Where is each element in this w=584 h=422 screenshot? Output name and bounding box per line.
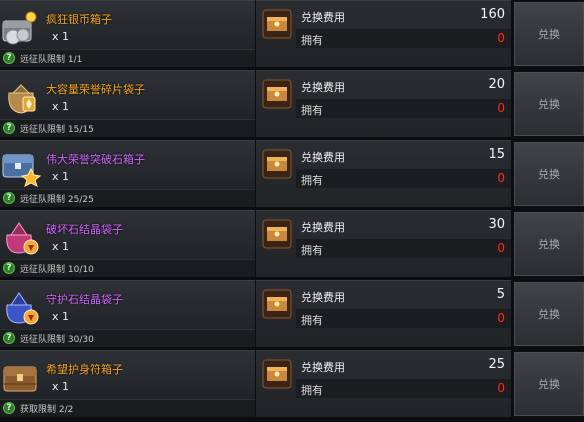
limit-bar: ? 获取限制 2/2 <box>0 399 255 417</box>
item-quantity: x 1 <box>52 170 70 183</box>
item-name: 守护石结晶袋子 <box>46 293 123 306</box>
owned-label: 拥有 <box>301 314 323 327</box>
currency-box-icon <box>262 9 292 39</box>
currency-box-icon <box>262 219 292 249</box>
limit-bar: ? 远征队限制 15/15 <box>0 119 255 137</box>
owned-value: 0 <box>497 241 505 255</box>
hope-amulet-chest-icon[interactable] <box>1 357 41 397</box>
exchange-button[interactable]: 兑换 <box>514 282 584 346</box>
owned-value: 0 <box>497 381 505 395</box>
item-name: 伟大荣誉突破石箱子 <box>46 153 145 166</box>
destruction-crystal-bag-icon[interactable] <box>1 217 41 257</box>
owned-value: 0 <box>497 101 505 115</box>
owned-bar: 拥有 0 <box>296 29 511 48</box>
owned-bar: 拥有 0 <box>296 99 511 118</box>
item-panel: 疯狂银币箱子 x 1 ? 远征队限制 1/1 <box>0 0 255 67</box>
help-icon[interactable]: ? <box>3 192 15 204</box>
cost-value: 5 <box>496 287 505 302</box>
exchange-button[interactable]: 兑换 <box>514 142 584 206</box>
cost-value: 15 <box>488 147 505 162</box>
limit-text: 远征队限制 15/15 <box>20 125 94 135</box>
cost-label: 兑换费用 <box>301 81 345 94</box>
exchange-row: 守护石结晶袋子 x 1 ? 远征队限制 30/30 兑换费用 5 拥有 0 兑换 <box>0 280 584 348</box>
honor-shard-bag-icon[interactable] <box>1 77 41 117</box>
exchange-row: 疯狂银币箱子 x 1 ? 远征队限制 1/1 兑换费用 160 拥有 0 兑换 <box>0 0 584 68</box>
currency-box-icon <box>262 359 292 389</box>
cost-value: 160 <box>480 7 505 22</box>
owned-value: 0 <box>497 31 505 45</box>
cost-label: 兑换费用 <box>301 291 345 304</box>
cost-label: 兑换费用 <box>301 11 345 24</box>
item-name: 疯狂银币箱子 <box>46 13 112 26</box>
owned-bar: 拥有 0 <box>296 309 511 328</box>
item-name: 破坏石结晶袋子 <box>46 223 123 236</box>
owned-label: 拥有 <box>301 244 323 257</box>
owned-bar: 拥有 0 <box>296 239 511 258</box>
item-quantity: x 1 <box>52 310 70 323</box>
limit-text: 远征队限制 1/1 <box>20 55 83 65</box>
item-panel: 希望护身符箱子 x 1 ? 获取限制 2/2 <box>0 350 255 417</box>
owned-label: 拥有 <box>301 174 323 187</box>
exchange-row: 大容量荣誉碎片袋子 x 1 ? 远征队限制 15/15 兑换费用 20 拥有 0… <box>0 70 584 138</box>
help-icon[interactable]: ? <box>3 402 15 414</box>
currency-box-icon <box>262 289 292 319</box>
owned-bar: 拥有 0 <box>296 379 511 398</box>
item-quantity: x 1 <box>52 380 70 393</box>
exchange-button[interactable]: 兑换 <box>514 2 584 66</box>
limit-bar: ? 远征队限制 10/10 <box>0 259 255 277</box>
owned-value: 0 <box>497 311 505 325</box>
cost-panel: 兑换费用 5 拥有 0 <box>256 280 511 347</box>
limit-text: 远征队限制 10/10 <box>20 265 94 275</box>
limit-text: 远征队限制 25/25 <box>20 195 94 205</box>
guardian-crystal-bag-icon[interactable] <box>1 287 41 327</box>
exchange-row: 伟大荣誉突破石箱子 x 1 ? 远征队限制 25/25 兑换费用 15 拥有 0… <box>0 140 584 208</box>
item-quantity: x 1 <box>52 100 70 113</box>
cost-label: 兑换费用 <box>301 361 345 374</box>
item-quantity: x 1 <box>52 240 70 253</box>
owned-label: 拥有 <box>301 384 323 397</box>
owned-bar: 拥有 0 <box>296 169 511 188</box>
cost-panel: 兑换费用 25 拥有 0 <box>256 350 511 417</box>
limit-text: 远征队限制 30/30 <box>20 335 94 345</box>
owned-value: 0 <box>497 171 505 185</box>
item-panel: 大容量荣誉碎片袋子 x 1 ? 远征队限制 15/15 <box>0 70 255 137</box>
exchange-button[interactable]: 兑换 <box>514 212 584 276</box>
limit-text: 获取限制 2/2 <box>20 405 74 415</box>
cost-label: 兑换费用 <box>301 151 345 164</box>
exchange-button[interactable]: 兑换 <box>514 352 584 416</box>
limit-bar: ? 远征队限制 25/25 <box>0 189 255 207</box>
help-icon[interactable]: ? <box>3 332 15 344</box>
item-name: 希望护身符箱子 <box>46 363 123 376</box>
silver-coin-chest-icon[interactable] <box>1 7 41 47</box>
cost-panel: 兑换费用 160 拥有 0 <box>256 0 511 67</box>
breakthrough-stone-chest-icon[interactable] <box>1 147 41 187</box>
item-panel: 伟大荣誉突破石箱子 x 1 ? 远征队限制 25/25 <box>0 140 255 207</box>
help-icon[interactable]: ? <box>3 52 15 64</box>
help-icon[interactable]: ? <box>3 122 15 134</box>
exchange-button[interactable]: 兑换 <box>514 72 584 136</box>
help-icon[interactable]: ? <box>3 262 15 274</box>
currency-box-icon <box>262 79 292 109</box>
cost-value: 30 <box>488 217 505 232</box>
cost-value: 25 <box>488 357 505 372</box>
cost-value: 20 <box>488 77 505 92</box>
cost-panel: 兑换费用 15 拥有 0 <box>256 140 511 207</box>
owned-label: 拥有 <box>301 34 323 47</box>
exchange-list: 疯狂银币箱子 x 1 ? 远征队限制 1/1 兑换费用 160 拥有 0 兑换 <box>0 0 584 422</box>
owned-label: 拥有 <box>301 104 323 117</box>
currency-box-icon <box>262 149 292 179</box>
item-quantity: x 1 <box>52 30 70 43</box>
cost-label: 兑换费用 <box>301 221 345 234</box>
exchange-row: 破坏石结晶袋子 x 1 ? 远征队限制 10/10 兑换费用 30 拥有 0 兑… <box>0 210 584 278</box>
limit-bar: ? 远征队限制 1/1 <box>0 49 255 67</box>
cost-panel: 兑换费用 20 拥有 0 <box>256 70 511 137</box>
exchange-row: 希望护身符箱子 x 1 ? 获取限制 2/2 兑换费用 25 拥有 0 兑换 <box>0 350 584 418</box>
item-panel: 破坏石结晶袋子 x 1 ? 远征队限制 10/10 <box>0 210 255 277</box>
item-panel: 守护石结晶袋子 x 1 ? 远征队限制 30/30 <box>0 280 255 347</box>
limit-bar: ? 远征队限制 30/30 <box>0 329 255 347</box>
item-name: 大容量荣誉碎片袋子 <box>46 83 145 96</box>
cost-panel: 兑换费用 30 拥有 0 <box>256 210 511 277</box>
